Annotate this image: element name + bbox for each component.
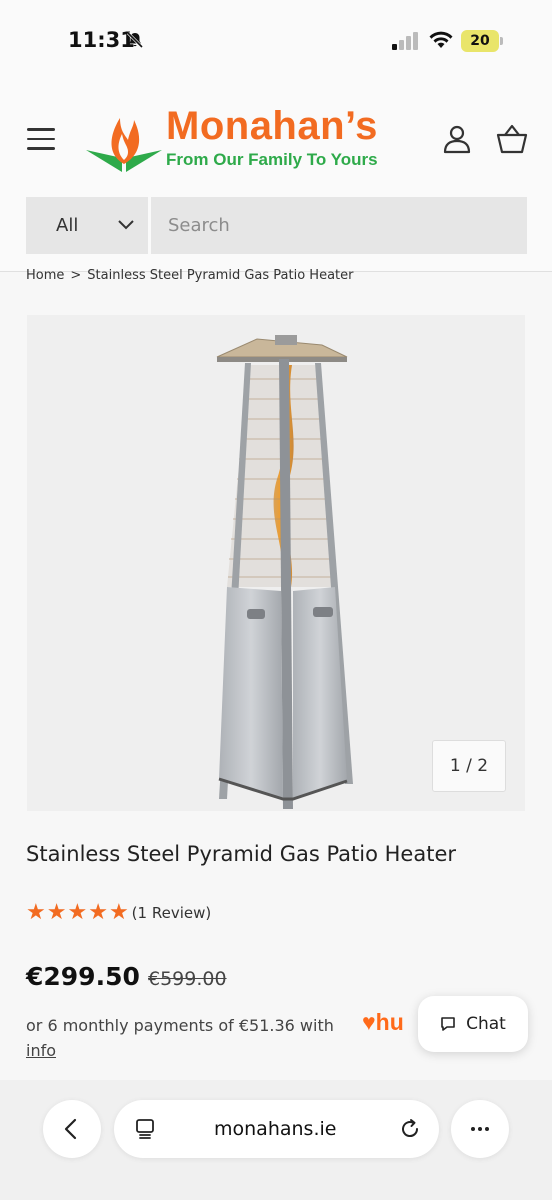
star-icon: ★ [88, 900, 108, 925]
wifi-icon [429, 31, 453, 48]
gallery-counter[interactable]: 1 / 2 [432, 740, 506, 792]
bell-muted-icon [126, 31, 144, 49]
chat-label: Chat [466, 1014, 506, 1034]
battery-indicator: 20 [461, 30, 499, 52]
rating-stars[interactable]: ★ ★ ★ ★ ★ (1 Review) [26, 900, 211, 926]
flame-logo-icon [86, 118, 162, 172]
menu-icon[interactable] [27, 128, 55, 150]
category-select-value: All [56, 215, 79, 236]
chat-button[interactable]: Chat [418, 996, 528, 1052]
basket-icon[interactable] [496, 124, 528, 154]
address-bar[interactable]: monahans.ie [114, 1100, 439, 1158]
breadcrumb-current: Stainless Steel Pyramid Gas Patio Heater [87, 268, 354, 283]
breadcrumb-separator-icon: > [70, 268, 82, 283]
product-price-was: €599.00 [148, 968, 227, 990]
url-text: monahans.ie [214, 1118, 337, 1140]
breadcrumb: Home > Stainless Steel Pyramid Gas Patio H… [26, 268, 354, 283]
battery-tip [500, 37, 503, 45]
category-select[interactable]: All [26, 197, 148, 254]
product-title: Stainless Steel Pyramid Gas Patio Heater [26, 842, 456, 866]
installment-text: or 6 monthly payments of €51.36 with [26, 1016, 334, 1035]
chat-bubble-icon [441, 1017, 455, 1031]
more-options-button[interactable] [451, 1100, 509, 1158]
review-count[interactable]: (1 Review) [132, 904, 212, 922]
tab-overview-icon [136, 1119, 154, 1139]
status-time: 11:31 [68, 28, 135, 52]
installment-info-link[interactable]: info [26, 1041, 56, 1060]
logo-name: Monahan’s [166, 104, 378, 148]
chevron-down-icon [118, 220, 134, 230]
chevron-left-icon [64, 1118, 77, 1140]
breadcrumb-home[interactable]: Home [26, 268, 64, 283]
product-image[interactable] [27, 315, 525, 811]
browser-toolbar: monahans.ie [0, 1080, 552, 1200]
site-header: Monahan’s From Our Family To Yours All [0, 84, 552, 272]
back-button[interactable] [43, 1100, 101, 1158]
humm-logo-text: hu [375, 1009, 404, 1035]
patio-heater-image [216, 335, 353, 809]
reload-icon[interactable] [398, 1117, 422, 1141]
star-icon: ★ [67, 900, 88, 925]
account-icon[interactable] [442, 124, 472, 154]
search-input[interactable] [151, 197, 527, 254]
battery-level: 20 [470, 33, 490, 49]
product-price: €299.50 [26, 962, 140, 991]
star-icon: ★ [108, 900, 129, 925]
site-logo[interactable]: Monahan’s From Our Family To Yours [84, 104, 414, 176]
status-bar: 11:31 20 [0, 0, 552, 84]
cell-signal-icon [392, 32, 418, 50]
search-bar: All [26, 197, 527, 254]
ellipsis-icon [471, 1127, 489, 1131]
logo-tagline: From Our Family To Yours [166, 150, 378, 169]
star-icon: ★ [26, 900, 46, 925]
star-icon: ★ [46, 900, 67, 925]
humm-logo: ♥hu [362, 1009, 404, 1036]
humm-heart-icon: ♥ [362, 1009, 376, 1035]
